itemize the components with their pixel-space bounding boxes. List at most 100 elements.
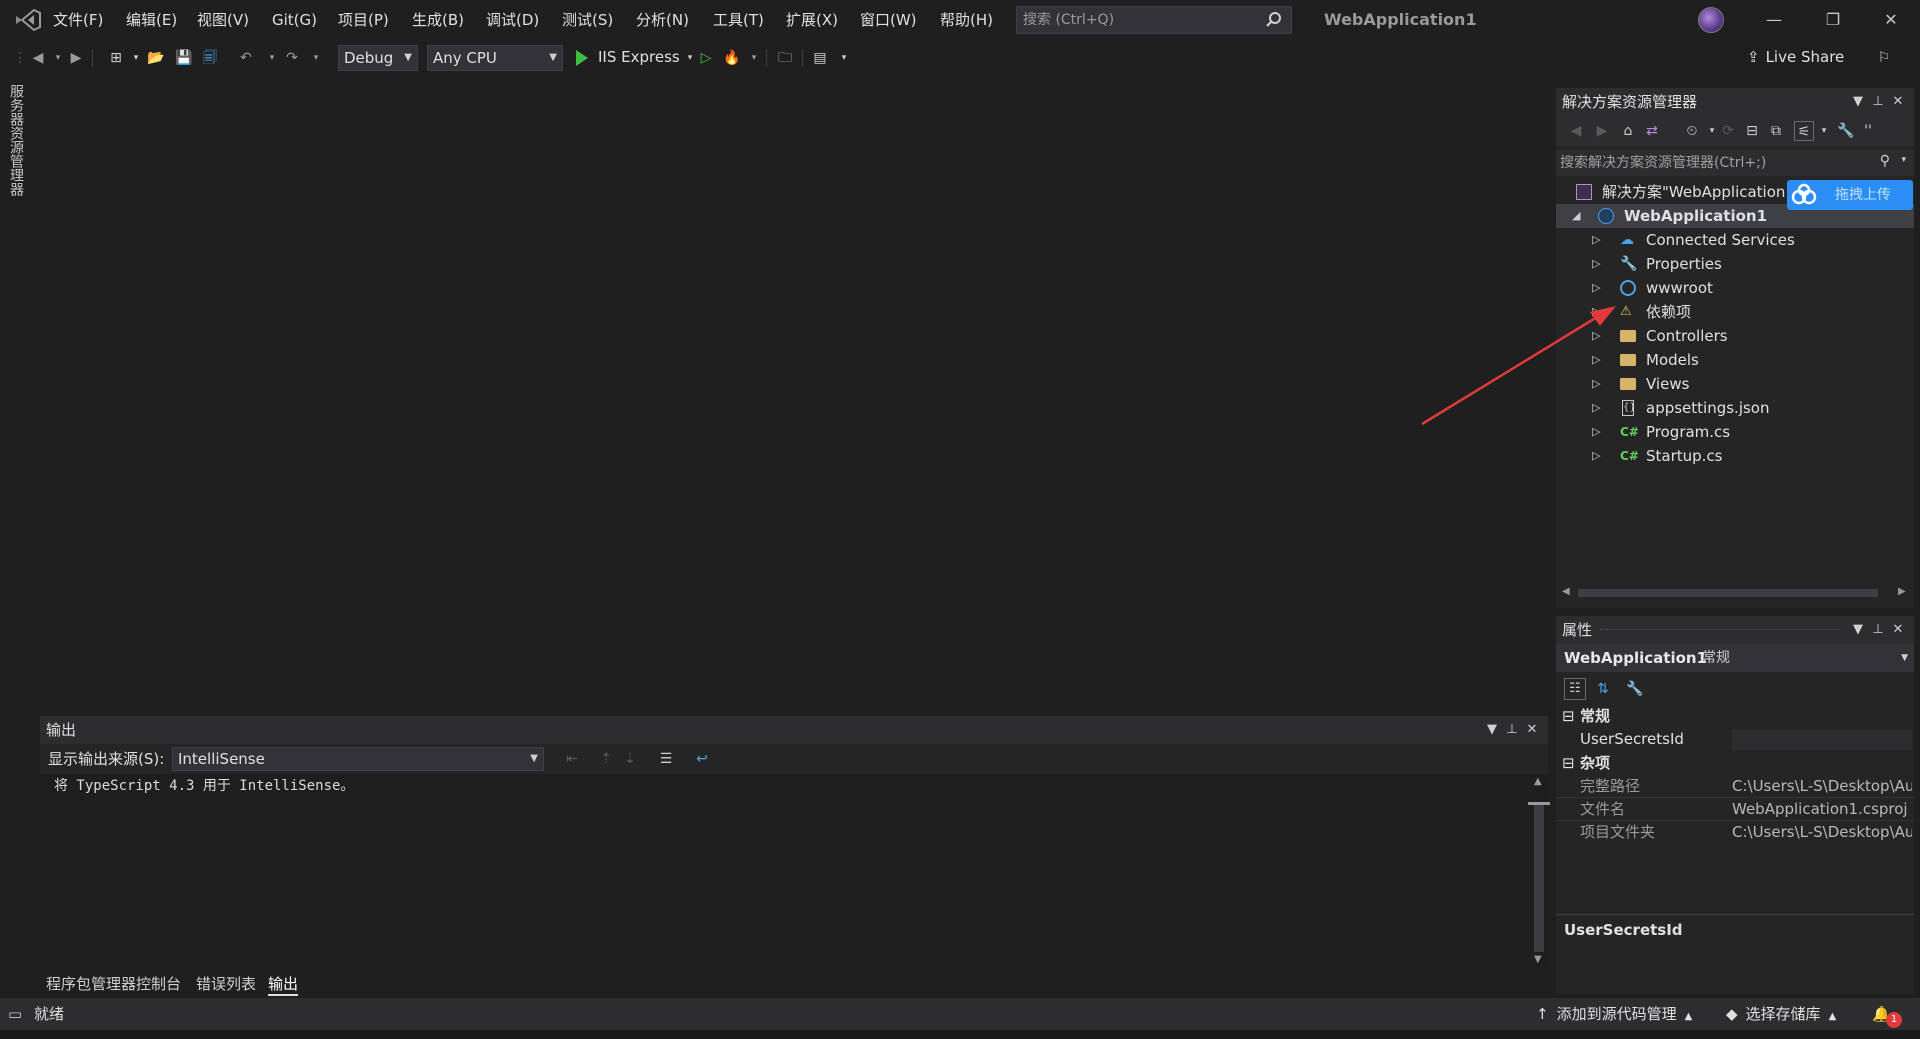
live-share-button[interactable]: ⇪ Live Share xyxy=(1747,40,1844,74)
property-row-full-path[interactable]: 完整路径 C:\Users\L-S\Desktop\Au xyxy=(1556,775,1914,798)
global-search-input[interactable] xyxy=(1017,7,1257,33)
global-search[interactable] xyxy=(1016,6,1292,34)
user-avatar[interactable] xyxy=(1698,7,1724,33)
alphabetical-icon[interactable]: ⇅ xyxy=(1592,678,1614,700)
collapse-icon[interactable]: ⊟ xyxy=(1562,704,1575,728)
go-to-line-icon[interactable]: ⇤ xyxy=(562,749,582,769)
output-source-dropdown[interactable]: IntelliSense ▼ xyxy=(172,747,544,771)
property-pages-icon[interactable]: 🔧 xyxy=(1624,678,1646,700)
collapse-all-icon[interactable]: ⊟ xyxy=(1742,121,1762,141)
filter-icon[interactable]: ⚟ xyxy=(1794,121,1814,141)
save-icon[interactable]: 💾 xyxy=(174,48,194,68)
categorized-icon[interactable]: ☷ xyxy=(1564,678,1586,700)
pin-icon[interactable]: ⊥ xyxy=(1870,622,1886,638)
back-icon[interactable]: ◀ xyxy=(1566,121,1586,141)
open-folder-icon[interactable]: 📂 xyxy=(146,48,166,68)
close-icon[interactable]: ✕ xyxy=(1890,94,1906,110)
scrollbar-thumb[interactable] xyxy=(1578,589,1878,597)
back-icon[interactable]: ◀ xyxy=(28,48,48,68)
feedback-icon[interactable]: ⚐ xyxy=(1874,48,1894,68)
collapsed-arrow-icon[interactable]: ▷ xyxy=(1592,252,1600,276)
filter-dropdown-icon[interactable]: ▾ xyxy=(1814,121,1834,141)
property-row-usersecretsid[interactable]: UserSecretsId xyxy=(1556,728,1914,751)
save-all-icon[interactable]: 🗐 xyxy=(200,48,220,68)
close-icon[interactable]: ✕ xyxy=(1890,622,1906,638)
hot-reload-dropdown-icon[interactable]: ▾ xyxy=(744,48,764,68)
tree-item-startup[interactable]: ▷ C# Startup.cs xyxy=(1556,444,1914,468)
panel-dropdown-icon[interactable]: ▼ xyxy=(1484,722,1500,738)
expanded-arrow-icon[interactable]: ◢ xyxy=(1572,204,1580,228)
browse-folder-icon[interactable]: 🗀 xyxy=(775,48,795,68)
select-repository-button[interactable]: ◆ 选择存储库 ▲ xyxy=(1726,998,1836,1030)
property-value[interactable] xyxy=(1732,729,1912,750)
undo-dropdown-icon[interactable]: ▾ xyxy=(262,48,282,68)
forward-icon[interactable]: ▶ xyxy=(66,48,86,68)
menu-extensions[interactable]: 扩展(X) xyxy=(786,0,838,40)
vertical-scrollbar[interactable]: ▲ ▼ xyxy=(1528,776,1550,970)
menu-edit[interactable]: 编辑(E) xyxy=(126,0,177,40)
menu-view[interactable]: 视图(V) xyxy=(197,0,249,40)
solution-search-input[interactable] xyxy=(1560,150,1870,176)
panel-dropdown-icon[interactable]: ▼ xyxy=(1850,94,1866,110)
redo-dropdown-icon[interactable]: ▾ xyxy=(306,48,326,68)
collapsed-arrow-icon[interactable]: ▷ xyxy=(1592,276,1600,300)
hot-reload-icon[interactable]: 🔥 xyxy=(722,48,742,68)
property-category-misc[interactable]: ⊟ 杂项 xyxy=(1556,751,1914,775)
add-to-source-control-button[interactable]: ↑ 添加到源代码管理 ▲ xyxy=(1536,998,1692,1030)
notifications-button[interactable]: 🔔 1 xyxy=(1872,998,1902,1030)
undo-icon[interactable]: ↶ xyxy=(236,48,256,68)
maximize-button[interactable]: ❐ xyxy=(1804,0,1862,40)
menu-file[interactable]: 文件(F) xyxy=(53,0,103,40)
property-category-general[interactable]: ⊟ 常规 xyxy=(1556,704,1914,728)
close-icon[interactable]: ✕ xyxy=(1524,722,1540,738)
menu-test[interactable]: 测试(S) xyxy=(562,0,613,40)
menu-help[interactable]: 帮助(H) xyxy=(940,0,993,40)
toolbar-overflow-icon[interactable]: '' xyxy=(1858,121,1878,141)
pin-icon[interactable]: ⊥ xyxy=(1504,722,1520,738)
tree-item-wwwroot[interactable]: ▷ wwwroot xyxy=(1556,276,1914,300)
tree-item-properties[interactable]: ▷ 🔧 Properties xyxy=(1556,252,1914,276)
scroll-up-icon[interactable]: ▲ xyxy=(1534,776,1542,787)
new-project-icon[interactable]: ⊞ xyxy=(106,48,126,68)
menu-build[interactable]: 生成(B) xyxy=(412,0,464,40)
show-all-files-icon[interactable]: ⧉ xyxy=(1766,121,1786,141)
scroll-down-icon[interactable]: ▼ xyxy=(1534,954,1542,965)
scroll-right-icon[interactable]: ▶ xyxy=(1898,586,1906,597)
previous-message-icon[interactable]: ⇡ xyxy=(596,749,616,769)
menu-tools[interactable]: 工具(T) xyxy=(713,0,764,40)
collapse-icon[interactable]: ⊟ xyxy=(1562,751,1575,775)
panel-dropdown-icon[interactable]: ▼ xyxy=(1850,622,1866,638)
menu-debug[interactable]: 调试(D) xyxy=(486,0,539,40)
tab-output[interactable]: 输出 xyxy=(268,972,299,996)
back-dropdown-icon[interactable]: ▾ xyxy=(48,48,68,68)
tab-package-manager-console[interactable]: 程序包管理器控制台 xyxy=(46,972,181,996)
scroll-left-icon[interactable]: ◀ xyxy=(1562,586,1570,597)
forward-icon[interactable]: ▶ xyxy=(1592,121,1612,141)
menu-git[interactable]: Git(G) xyxy=(272,0,317,40)
property-row-project-folder[interactable]: 项目文件夹 C:\Users\L-S\Desktop\Au xyxy=(1556,821,1914,844)
minimize-button[interactable]: — xyxy=(1745,0,1803,40)
scrollbar-thumb[interactable] xyxy=(1534,802,1544,952)
platform-dropdown[interactable]: Any CPU ▼ xyxy=(427,45,563,71)
switch-views-icon[interactable]: ⇄ xyxy=(1642,121,1662,141)
redo-icon[interactable]: ↷ xyxy=(282,48,302,68)
solution-search[interactable]: ⚲ ▾ xyxy=(1556,150,1914,176)
menu-analyze[interactable]: 分析(N) xyxy=(636,0,689,40)
collapsed-arrow-icon[interactable]: ▷ xyxy=(1592,444,1600,468)
next-message-icon[interactable]: ⇣ xyxy=(620,749,640,769)
run-target-button[interactable]: IIS Express xyxy=(598,40,680,74)
sync-icon[interactable]: ⟳ xyxy=(1718,121,1738,141)
window-layout-icon[interactable]: ▤ xyxy=(810,48,830,68)
pending-changes-icon[interactable]: ⏲ xyxy=(1682,121,1702,141)
horizontal-scrollbar[interactable]: ◀ ▶ xyxy=(1556,584,1914,602)
tree-item-connected-services[interactable]: ▷ ☁ Connected Services xyxy=(1556,228,1914,252)
configuration-dropdown[interactable]: Debug ▼ xyxy=(338,45,418,71)
pin-icon[interactable]: ⊥ xyxy=(1870,94,1886,110)
properties-wrench-icon[interactable]: 🔧 xyxy=(1836,121,1856,141)
search-options-dropdown-icon[interactable]: ▾ xyxy=(1901,155,1906,165)
menu-window[interactable]: 窗口(W) xyxy=(860,0,917,40)
property-row-file-name[interactable]: 文件名 WebApplication1.csproj xyxy=(1556,798,1914,821)
server-explorer-tab[interactable]: 服务器资源管理器 xyxy=(6,84,28,214)
property-object-selector[interactable]: WebApplication1 常规 ▼ xyxy=(1556,644,1914,672)
menu-project[interactable]: 项目(P) xyxy=(338,0,389,40)
